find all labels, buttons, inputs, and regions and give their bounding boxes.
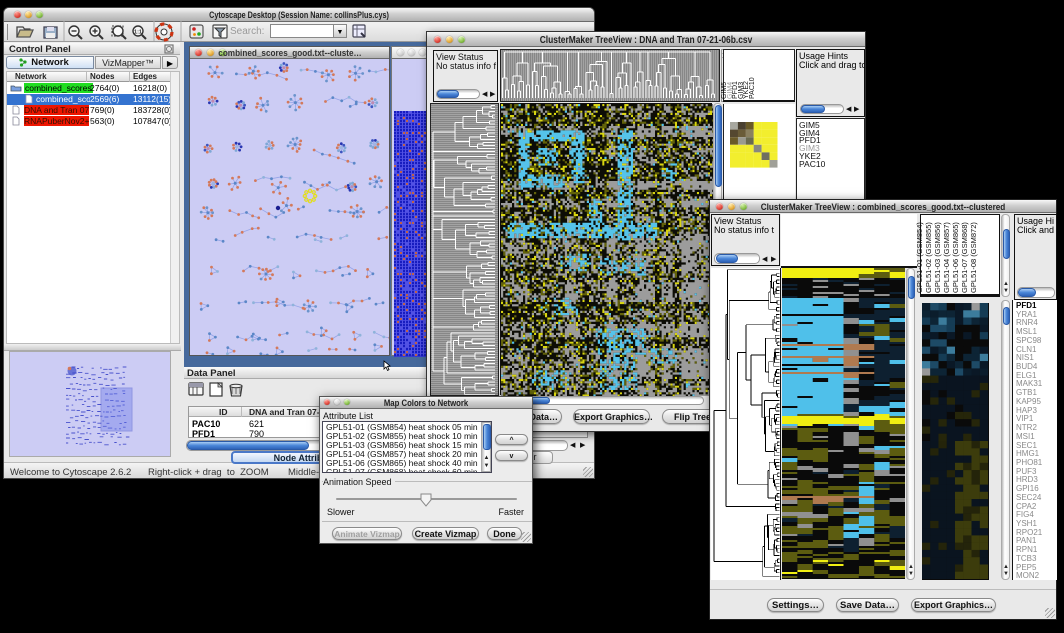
svg-text:1:1: 1:1 <box>134 30 142 36</box>
